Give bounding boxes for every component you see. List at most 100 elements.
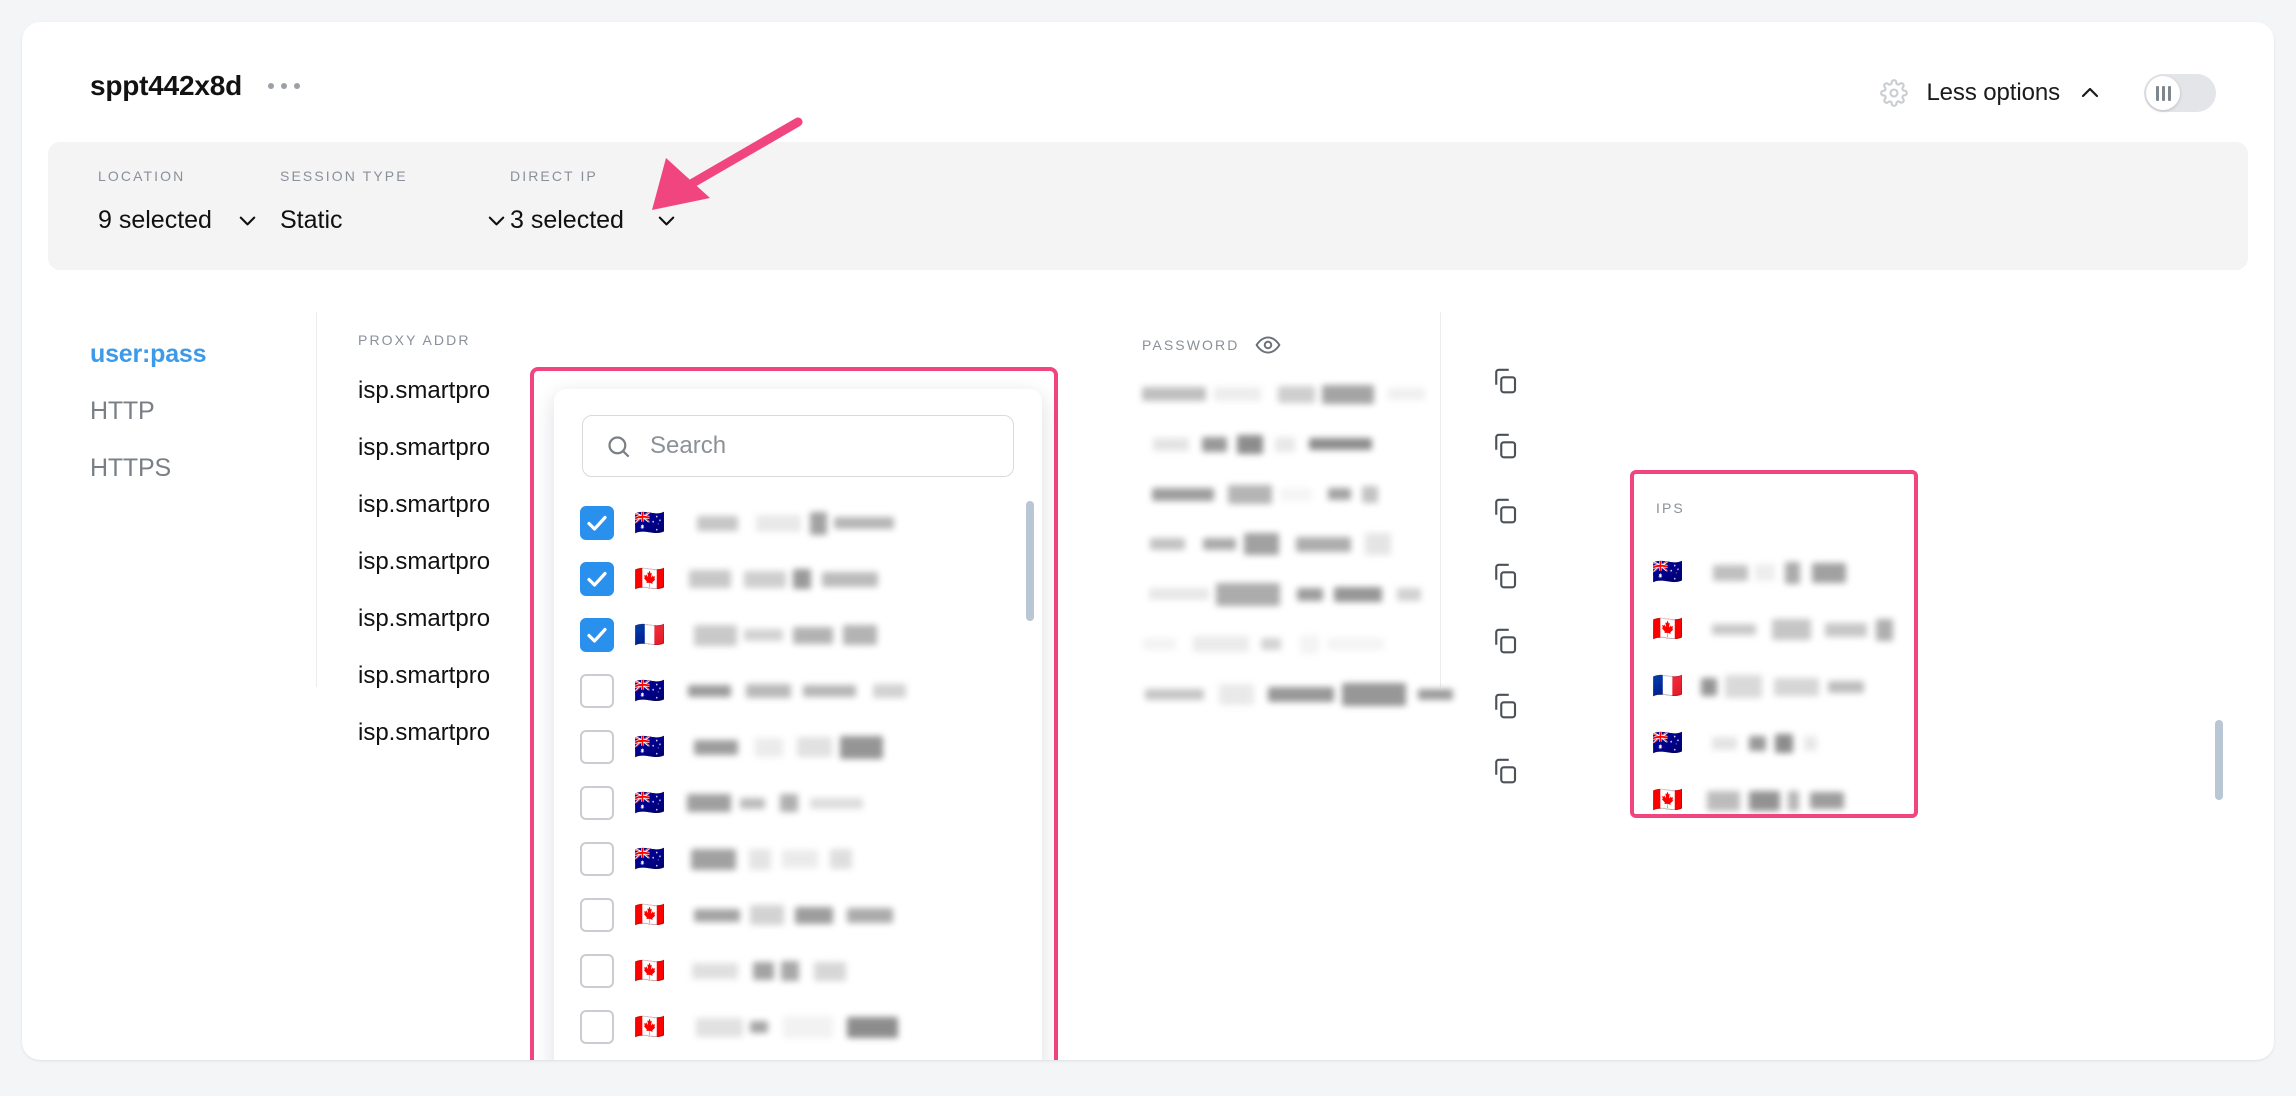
- content-scrollbar[interactable]: [2215, 720, 2223, 800]
- country-flag-icon: 🇦🇺: [1652, 558, 1684, 586]
- ellipsis-icon[interactable]: [266, 77, 302, 95]
- redacted-block: [1142, 387, 1206, 401]
- copy-button[interactable]: [1490, 691, 1520, 726]
- filter-direct-ip-select[interactable]: 3 selected: [510, 206, 678, 235]
- redacted-block: [1149, 588, 1209, 600]
- copy-button[interactable]: [1490, 496, 1520, 531]
- less-options-button[interactable]: Less options: [1880, 79, 2102, 107]
- redacted-block: [1297, 587, 1323, 601]
- filter-session-type-select[interactable]: Static: [280, 206, 508, 235]
- checkbox-checked-icon[interactable]: [580, 618, 614, 652]
- redacted-block: [744, 629, 784, 641]
- dropdown-option[interactable]: 🇦🇺: [554, 719, 1042, 775]
- redacted-block: [1334, 586, 1382, 602]
- country-flag-icon: 🇨🇦: [634, 564, 666, 593]
- redacted-block: [750, 1021, 769, 1033]
- checkbox-icon[interactable]: [580, 730, 614, 764]
- copy-button[interactable]: [1490, 431, 1520, 466]
- redacted-block: [1193, 636, 1249, 652]
- redacted-block: [1214, 387, 1261, 401]
- checkbox-icon[interactable]: [580, 786, 614, 820]
- redacted-ip-value: [685, 511, 895, 535]
- redacted-ip-value: [1701, 789, 1845, 813]
- country-flag-icon: 🇨🇦: [1652, 786, 1684, 814]
- filter-direct-ip: DIRECT IP 3 selected: [510, 168, 678, 235]
- dropdown-option[interactable]: 🇨🇦: [554, 943, 1042, 999]
- redacted-block: [1804, 736, 1818, 751]
- copy-button[interactable]: [1490, 366, 1520, 401]
- dropdown-search-box[interactable]: [582, 415, 1014, 477]
- eye-icon[interactable]: [1255, 332, 1281, 358]
- dropdown-option[interactable]: 🇦🇺: [554, 663, 1042, 719]
- redacted-block: [1788, 790, 1800, 811]
- redacted-block: [1309, 438, 1372, 450]
- filter-bar: LOCATION 9 selected SESSION TYPE Static …: [48, 142, 2248, 270]
- redacted-block: [1774, 677, 1820, 696]
- checkbox-icon[interactable]: [580, 1010, 614, 1044]
- dropdown-option[interactable]: 🇨🇦: [554, 887, 1042, 943]
- copy-button[interactable]: [1490, 756, 1520, 791]
- filter-location-select[interactable]: 9 selected: [98, 206, 298, 235]
- redacted-block: [847, 907, 894, 923]
- redacted-block: [1261, 638, 1281, 650]
- chevron-down-icon: [239, 216, 256, 226]
- tab-http[interactable]: HTTP: [90, 383, 290, 440]
- dropdown-option[interactable]: 🇦🇺: [554, 831, 1042, 887]
- redacted-ip-value: [685, 791, 864, 815]
- checkbox-icon[interactable]: [580, 674, 614, 708]
- country-flag-icon: 🇦🇺: [634, 844, 666, 873]
- password-cell: [1142, 480, 1472, 508]
- tab-userpass[interactable]: user:pass: [90, 326, 290, 383]
- redacted-block: [1749, 790, 1781, 811]
- redacted-block: [755, 737, 784, 757]
- copy-button[interactable]: [1490, 561, 1520, 596]
- search-input[interactable]: [650, 432, 991, 460]
- checkbox-checked-icon[interactable]: [580, 562, 614, 596]
- redacted-block: [1322, 384, 1374, 404]
- password-header-group: PASSWORD: [1142, 332, 1472, 358]
- password-cell: [1142, 380, 1472, 408]
- dropdown-option[interactable]: 🇨🇦: [554, 551, 1042, 607]
- country-flag-icon: 🇦🇺: [634, 676, 666, 705]
- redacted-block: [1701, 677, 1718, 696]
- chevron-down-icon: [488, 216, 505, 226]
- dropdown-option[interactable]: 🇫🇷: [554, 607, 1042, 663]
- checkbox-icon[interactable]: [580, 842, 614, 876]
- country-flag-icon: 🇨🇦: [634, 956, 666, 985]
- redacted-block: [1143, 638, 1176, 650]
- dropdown-option[interactable]: 🇨🇦: [554, 1055, 1042, 1060]
- redacted-block: [1772, 619, 1812, 640]
- redacted-block: [797, 737, 833, 757]
- redacted-block: [795, 906, 834, 924]
- redacted-ip-value: [1701, 675, 1865, 699]
- tab-https[interactable]: HTTPS: [90, 440, 290, 497]
- redacted-block: [1755, 564, 1776, 581]
- redacted-block: [749, 848, 772, 870]
- view-mode-toggle[interactable]: [2144, 74, 2216, 112]
- direct-ip-dropdown: 🇦🇺🇨🇦🇫🇷🇦🇺🇦🇺🇦🇺🇦🇺🇨🇦🇨🇦🇨🇦🇨🇦🇫🇷: [554, 389, 1042, 1060]
- redacted-block: [834, 517, 895, 529]
- checkbox-checked-icon[interactable]: [580, 506, 614, 540]
- dropdown-scrollbar[interactable]: [1026, 501, 1034, 621]
- dropdown-option[interactable]: 🇨🇦: [554, 999, 1042, 1055]
- redacted-block: [783, 1016, 834, 1038]
- copy-button[interactable]: [1490, 626, 1520, 661]
- redacted-block: [750, 905, 785, 925]
- redacted-block: [830, 849, 853, 869]
- country-flag-icon: 🇫🇷: [1652, 672, 1684, 700]
- redacted-block: [1219, 683, 1254, 705]
- redacted-block: [694, 739, 739, 755]
- dropdown-option[interactable]: 🇦🇺: [554, 495, 1042, 551]
- redacted-block: [781, 961, 800, 981]
- redacted-block: [843, 625, 878, 645]
- dropdown-option[interactable]: 🇦🇺: [554, 775, 1042, 831]
- redacted-block: [1825, 622, 1868, 637]
- redacted-block: [1275, 436, 1295, 452]
- redacted-block: [1202, 436, 1227, 452]
- checkbox-icon[interactable]: [580, 954, 614, 988]
- redacted-block: [692, 963, 739, 979]
- checkbox-icon[interactable]: [580, 898, 614, 932]
- redacted-block: [803, 685, 857, 697]
- redacted-ip-value: [685, 959, 847, 983]
- filter-location-label: LOCATION: [98, 168, 186, 184]
